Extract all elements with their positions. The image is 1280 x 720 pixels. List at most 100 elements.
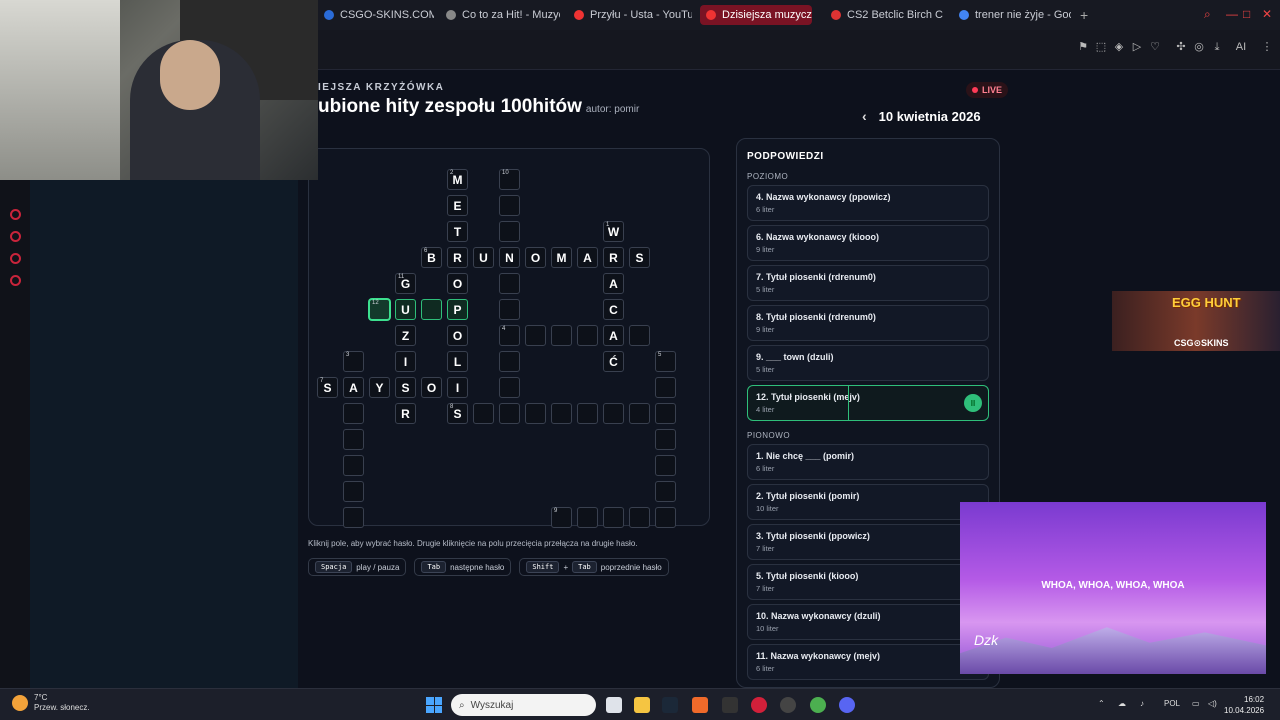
clue-card[interactable]: 11. Nazwa wykonawcy (mejv) 6 liter <box>747 644 989 680</box>
crossword-cell[interactable] <box>577 325 598 346</box>
crossword-cell[interactable] <box>343 507 364 528</box>
crossword-cell[interactable] <box>343 455 364 476</box>
browser-tab[interactable]: CSGO-SKINS.COM - Najle <box>318 5 434 25</box>
crossword-cell[interactable]: 4 <box>499 325 520 346</box>
crossword-cell[interactable]: O <box>525 247 546 268</box>
clue-card[interactable]: 4. Nazwa wykonawcy (ppowicz) 6 liter <box>747 185 989 221</box>
crossword-cell[interactable] <box>655 403 676 424</box>
clue-card[interactable]: 5. Tytuł piosenki (kiooo) 7 liter <box>747 564 989 600</box>
new-tab-button[interactable]: + <box>1080 7 1088 23</box>
crossword-cell[interactable]: M <box>551 247 572 268</box>
heart-icon[interactable]: ♡ <box>1148 40 1162 54</box>
microphone-icon[interactable]: ♪ <box>1140 699 1144 708</box>
previous-day-icon[interactable]: ‹ <box>862 108 867 124</box>
crossword-cell[interactable] <box>421 299 442 320</box>
crossword-cell[interactable]: S <box>395 377 416 398</box>
crossword-cell[interactable]: 12 <box>369 299 390 320</box>
maximize-icon[interactable]: □ <box>1243 7 1250 21</box>
crossword-cell[interactable] <box>525 403 546 424</box>
extensions-sidebar-icon[interactable] <box>10 253 21 264</box>
crossword-cell[interactable] <box>655 507 676 528</box>
crossword-cell[interactable] <box>577 507 598 528</box>
crossword-cell[interactable]: 5 <box>655 351 676 372</box>
crossword-cell[interactable]: 7S <box>317 377 338 398</box>
volume-icon[interactable]: ◁) <box>1208 699 1217 708</box>
taskbar-clock[interactable]: 16:02 10.04.2026 <box>1224 694 1264 716</box>
clue-card[interactable]: 8. Tytuł piosenki (rdrenum0) 9 liter <box>747 305 989 341</box>
tray-app-icon[interactable]: ☁ <box>1118 699 1126 708</box>
task-view-icon[interactable] <box>606 697 622 713</box>
play-icon[interactable]: ▷ <box>1130 40 1144 54</box>
menu-icon[interactable]: ⋮ <box>1260 40 1274 54</box>
language-indicator[interactable]: POL <box>1164 699 1180 708</box>
crossword-cell[interactable] <box>655 481 676 502</box>
profile-icon[interactable]: ◎ <box>1192 40 1206 54</box>
sidebar-item-icon[interactable] <box>10 209 21 220</box>
crossword-cell[interactable]: A <box>577 247 598 268</box>
extensions-icon[interactable]: ✣ <box>1174 40 1188 54</box>
crossword-cell[interactable] <box>499 377 520 398</box>
clue-card[interactable]: 3. Tytuł piosenki (ppowicz) 7 liter <box>747 524 989 560</box>
chrome-icon[interactable] <box>810 697 826 713</box>
brave-icon[interactable] <box>692 697 708 713</box>
shield-icon[interactable]: ◈ <box>1112 40 1126 54</box>
discord-icon[interactable] <box>839 697 855 713</box>
crossword-cell[interactable] <box>499 221 520 242</box>
crossword-cell[interactable]: Y <box>369 377 390 398</box>
crossword-cell[interactable]: N <box>499 247 520 268</box>
crossword-cell[interactable] <box>603 403 624 424</box>
close-icon[interactable]: ✕ <box>1262 7 1272 21</box>
crossword-cell[interactable] <box>603 507 624 528</box>
crossword-cell[interactable]: O <box>421 377 442 398</box>
crossword-cell[interactable] <box>655 377 676 398</box>
crossword-cell[interactable]: L <box>447 351 468 372</box>
crossword-cell[interactable] <box>629 325 650 346</box>
crossword-cell[interactable] <box>655 455 676 476</box>
crossword-cell[interactable]: A <box>603 325 624 346</box>
crossword-cell[interactable]: A <box>603 273 624 294</box>
browser-tab[interactable]: trener nie żyje - Google Se <box>953 5 1071 25</box>
crossword-cell[interactable]: 10 <box>499 169 520 190</box>
crossword-cell[interactable] <box>551 325 572 346</box>
crossword-cell[interactable] <box>343 429 364 450</box>
crossword-cell[interactable]: S <box>629 247 650 268</box>
crossword-cell[interactable] <box>629 507 650 528</box>
crossword-cell[interactable]: U <box>473 247 494 268</box>
crossword-cell[interactable]: 9 <box>551 507 572 528</box>
crossword-cell[interactable]: R <box>395 403 416 424</box>
crossword-cell[interactable]: I <box>395 351 416 372</box>
clue-card[interactable]: 2. Tytuł piosenki (pomir) 10 liter <box>747 484 989 520</box>
crossword-cell[interactable]: 11 G <box>395 273 416 294</box>
crossword-cell[interactable]: A <box>343 377 364 398</box>
taskbar-search[interactable]: ⌕ Wyszukaj <box>451 694 596 716</box>
crossword-cell[interactable]: 6B <box>421 247 442 268</box>
clue-card[interactable]: 6. Nazwa wykonawcy (kiooo) 9 liter <box>747 225 989 261</box>
crossword-cell[interactable]: Ć <box>603 351 624 372</box>
crossword-cell[interactable]: O <box>447 325 468 346</box>
pause-icon[interactable]: II <box>964 394 982 412</box>
crossword-cell[interactable]: 3 <box>343 351 364 372</box>
crossword-cell[interactable] <box>343 403 364 424</box>
crossword-cell[interactable]: Z <box>395 325 416 346</box>
minimize-icon[interactable]: — <box>1226 7 1238 21</box>
crossword-cell[interactable] <box>629 403 650 424</box>
crossword-cell[interactable]: R <box>447 247 468 268</box>
screenshot-icon[interactable]: ⬚ <box>1094 40 1108 54</box>
browser-tab[interactable]: CS2 Betclic Birch Cup Bity <box>825 5 943 25</box>
crossword-cell[interactable] <box>499 351 520 372</box>
clue-card[interactable]: 9. ___ town (dzuli) 5 liter <box>747 345 989 381</box>
crossword-cell[interactable] <box>499 195 520 216</box>
clue-card[interactable]: 10. Nazwa wykonawcy (dzuli) 10 liter <box>747 604 989 640</box>
browser-tab[interactable]: Przyłu - Usta - YouTube <box>568 5 692 25</box>
crossword-cell[interactable] <box>655 429 676 450</box>
search-tabs-icon[interactable]: ⌕ <box>1204 7 1211 22</box>
file-explorer-icon[interactable] <box>634 697 650 713</box>
crossword-cell[interactable]: P <box>447 299 468 320</box>
crossword-cell[interactable]: E <box>447 195 468 216</box>
clue-card[interactable]: 12. Tytuł piosenki (mejv) 4 liter II <box>747 385 989 421</box>
crossword-cell[interactable]: O <box>447 273 468 294</box>
crossword-cell[interactable] <box>551 403 572 424</box>
opera-gx-icon[interactable] <box>751 697 767 713</box>
history-icon[interactable] <box>10 231 21 242</box>
obs-icon[interactable] <box>780 697 796 713</box>
